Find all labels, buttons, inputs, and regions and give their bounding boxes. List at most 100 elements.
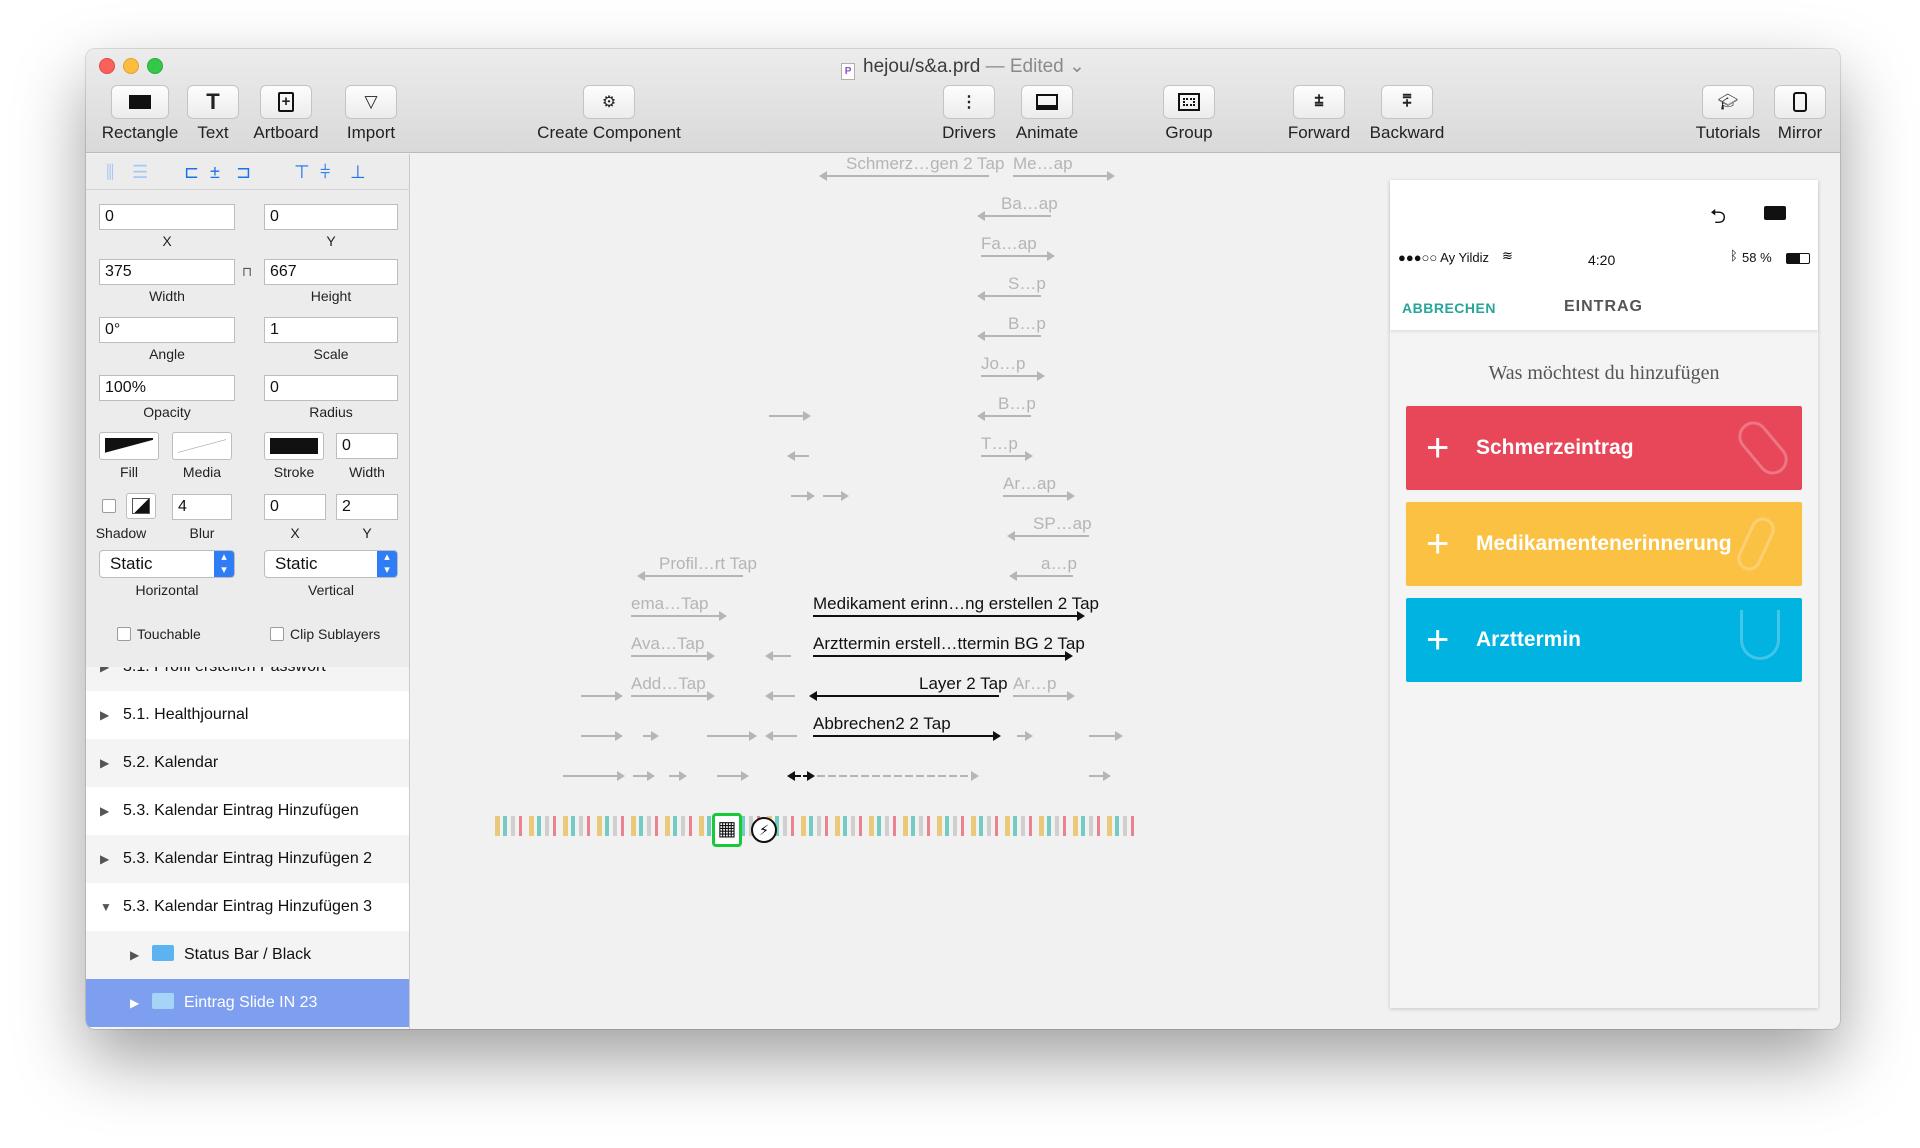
connection-arrow[interactable] xyxy=(1013,171,1115,181)
connection-label[interactable]: a…p xyxy=(1041,554,1077,574)
connection-arrow[interactable] xyxy=(813,651,1073,661)
layer-row[interactable]: ▶ 5.3. Kalendar Eintrag Hinzufügen 2 xyxy=(86,835,409,883)
connection-arrow[interactable] xyxy=(1017,731,1033,741)
connection-label[interactable]: Ba…ap xyxy=(1001,194,1058,214)
group-tool[interactable]: Group xyxy=(1152,85,1226,143)
connection-label[interactable]: Fa…ap xyxy=(981,234,1037,254)
disclosure-triangle-icon[interactable]: ▶ xyxy=(100,667,109,691)
stroke-width-field[interactable]: 0 xyxy=(336,433,398,459)
connection-arrow[interactable] xyxy=(643,731,659,741)
shadow-checkbox[interactable] xyxy=(102,499,116,513)
connection-arrow[interactable] xyxy=(669,771,687,781)
backward-tool[interactable]: ⩱ Backward xyxy=(1364,85,1450,143)
mirror-tool[interactable]: Mirror xyxy=(1768,85,1832,143)
connection-label[interactable]: Abbrechen2 2 Tap xyxy=(813,714,951,734)
doctor-appointment-card[interactable]: + Arzttermin xyxy=(1406,598,1802,682)
layer-row[interactable]: ▶ Status Bar / Black xyxy=(86,931,409,979)
drivers-tool[interactable]: ⋮ Drivers xyxy=(934,85,1004,143)
disclosure-triangle-icon[interactable]: ▶ xyxy=(130,979,139,1027)
disclosure-triangle-icon[interactable]: ▶ xyxy=(100,835,109,883)
connection-arrow[interactable] xyxy=(787,771,801,781)
connection-label[interactable]: Ava…Tap xyxy=(631,634,704,654)
layer-row-selected[interactable]: ▶ Eintrag Slide IN 23 xyxy=(86,979,409,1027)
disclosure-triangle-expanded-icon[interactable]: ▼ xyxy=(100,883,112,931)
medication-reminder-card[interactable]: + Medikamentenerinnerung xyxy=(1406,502,1802,586)
shadow-y-field[interactable]: 2 xyxy=(336,494,398,520)
aspect-lock-icon[interactable]: ⊓ xyxy=(242,264,252,280)
opacity-field[interactable]: 100% xyxy=(99,375,235,401)
layer-row[interactable]: ▶ 3.1. Profil erstellen Passwort xyxy=(86,667,409,691)
connection-arrow[interactable] xyxy=(813,731,1001,741)
stroke-swatch[interactable] xyxy=(264,432,324,460)
rectangle-tool[interactable]: Rectangle xyxy=(96,85,184,143)
vertical-select[interactable]: Static ▴ ▾ xyxy=(264,550,398,578)
connection-label[interactable]: Arzttermin erstell…ttermin BG 2 Tap xyxy=(813,634,1085,654)
connection-arrow[interactable] xyxy=(977,331,1041,341)
connection-arrow[interactable] xyxy=(1013,691,1075,701)
connection-arrow[interactable] xyxy=(765,651,791,661)
media-swatch[interactable] xyxy=(172,432,232,460)
connection-label[interactable]: Medikament erinn…ng erstellen 2 Tap xyxy=(813,594,1099,614)
create-component-tool[interactable]: ⚙ Create Component xyxy=(534,85,684,143)
connection-arrow[interactable] xyxy=(717,771,749,781)
scale-field[interactable]: 1 xyxy=(264,317,398,343)
connection-arrow[interactable] xyxy=(813,611,1085,621)
connection-arrow[interactable] xyxy=(981,451,1033,461)
connection-label[interactable]: Me…ap xyxy=(1013,154,1073,174)
connection-arrow[interactable] xyxy=(633,771,655,781)
connection-label[interactable]: Ar…ap xyxy=(1003,474,1056,494)
connection-arrow[interactable] xyxy=(631,651,715,661)
connection-arrow[interactable] xyxy=(581,691,623,701)
connection-arrow[interactable] xyxy=(1009,571,1073,581)
connection-label[interactable]: Profil…rt Tap xyxy=(659,554,757,574)
pain-entry-card[interactable]: + Schmerzeintrag xyxy=(1406,406,1802,490)
connection-arrow[interactable] xyxy=(631,611,727,621)
cancel-button[interactable]: ABBRECHEN xyxy=(1402,300,1496,316)
connection-arrow[interactable] xyxy=(787,451,809,461)
connection-arrow[interactable] xyxy=(631,691,715,701)
blur-field[interactable]: 4 xyxy=(172,494,232,520)
connection-label[interactable]: S…p xyxy=(1008,274,1046,294)
shadow-x-field[interactable]: 0 xyxy=(264,494,326,520)
distribute-vertical-icon[interactable]: ☰ xyxy=(132,162,148,183)
height-field[interactable]: 667 xyxy=(264,259,398,285)
connection-arrow[interactable] xyxy=(637,571,743,581)
touchable-checkbox[interactable] xyxy=(117,627,131,641)
connection-label[interactable]: T…p xyxy=(981,434,1018,454)
layer-row[interactable]: ▼ 5.3. Kalendar Eintrag Hinzufügen 3 xyxy=(86,883,409,931)
component-grid-icon[interactable]: ▦ xyxy=(712,813,742,847)
align-bottom-icon[interactable]: ⊥ xyxy=(350,162,366,183)
y-field[interactable]: 0 xyxy=(264,204,398,230)
align-right-icon[interactable]: ⊐ xyxy=(236,162,251,183)
undo-icon[interactable]: ⮌ xyxy=(1710,202,1726,236)
connection-label[interactable]: Ar…p xyxy=(1013,674,1056,694)
video-camera-icon[interactable] xyxy=(1764,206,1786,220)
disclosure-triangle-icon[interactable]: ▶ xyxy=(100,787,109,835)
connection-label[interactable]: Layer 2 Tap xyxy=(919,674,1008,694)
disclosure-triangle-icon[interactable]: ▶ xyxy=(100,739,109,787)
x-field[interactable]: 0 xyxy=(99,204,235,230)
connection-arrow[interactable] xyxy=(977,291,1041,301)
animate-tool[interactable]: Animate xyxy=(1007,85,1087,143)
forward-tool[interactable]: ⩲ Forward xyxy=(1276,85,1362,143)
connection-label[interactable]: Jo…p xyxy=(981,354,1025,374)
connection-arrow[interactable] xyxy=(765,731,797,741)
angle-field[interactable]: 0° xyxy=(99,317,235,343)
connection-arrow[interactable] xyxy=(707,731,757,741)
connection-arrow[interactable] xyxy=(769,411,811,421)
clip-sublayers-checkbox[interactable] xyxy=(270,627,284,641)
connection-label[interactable]: Add…Tap xyxy=(631,674,706,694)
connection-arrow[interactable] xyxy=(981,251,1055,261)
import-tool[interactable]: ▽ Import xyxy=(326,85,416,143)
connection-label[interactable]: B…p xyxy=(1008,314,1046,334)
text-tool[interactable]: T Text xyxy=(182,85,244,143)
disclosure-triangle-icon[interactable]: ▶ xyxy=(100,691,109,739)
layer-row[interactable]: ▶ 5.3. Kalendar Eintrag Hinzufügen xyxy=(86,787,409,835)
connection-label[interactable]: Schmerz…gen 2 Tap xyxy=(846,154,1004,174)
connection-arrow[interactable] xyxy=(803,771,815,781)
connection-label[interactable]: ema…Tap xyxy=(631,594,708,614)
tutorials-tool[interactable]: 🎓︎ Tutorials xyxy=(1690,85,1766,143)
connection-arrow[interactable] xyxy=(791,491,815,501)
connection-arrow[interactable] xyxy=(823,491,849,501)
connection-arrow[interactable] xyxy=(819,171,989,181)
